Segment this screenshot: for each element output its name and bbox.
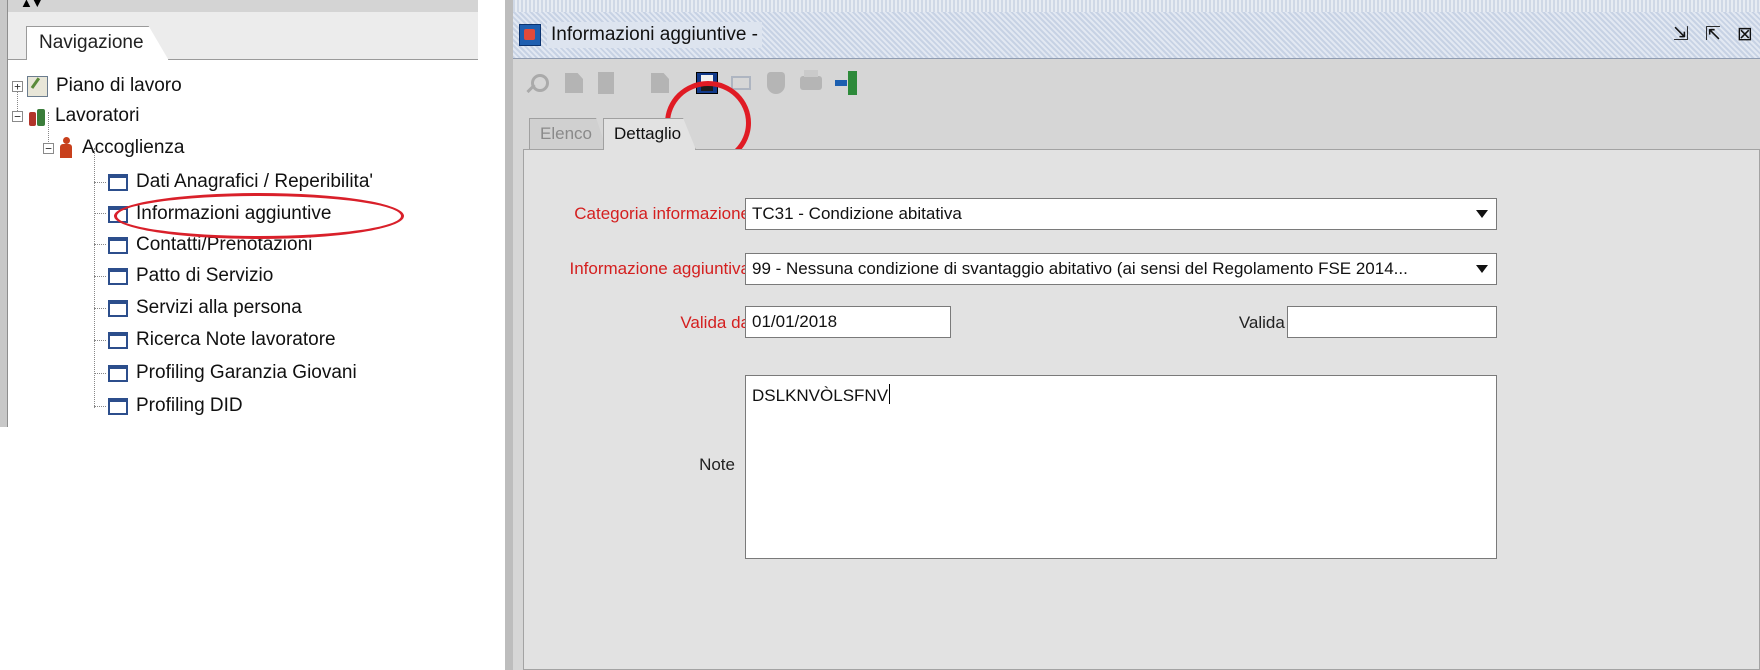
close-icon[interactable]: ⊠ <box>1734 22 1756 46</box>
tree-connector <box>94 244 106 245</box>
nav-tabbar: Navigazione <box>8 12 478 60</box>
tree-connector <box>94 373 106 374</box>
tab-dettaglio[interactable]: Dettaglio <box>603 118 697 150</box>
reception-person-icon <box>58 137 74 159</box>
edit-icon <box>565 73 583 93</box>
chevron-down-icon[interactable] <box>1476 265 1488 273</box>
collapse-arrows-icon[interactable]: ▲▼ <box>20 0 44 10</box>
search-icon <box>531 74 549 92</box>
mail-icon <box>731 76 751 90</box>
tree-item-label: Profiling Garanzia Giovani <box>136 362 357 383</box>
tree-item-label: Patto di Servizio <box>136 265 274 286</box>
tree-node-accoglienza[interactable]: − Accoglienza <box>43 133 184 163</box>
detail-panel: Categoria informazione TC31 - Condizione… <box>523 149 1760 670</box>
tree-item-contatti-prenotazioni[interactable]: Contatti/Prenotazioni <box>108 230 312 260</box>
informazione-label: Informazione aggiuntiva <box>569 259 750 278</box>
panel-border <box>0 0 8 427</box>
search-button[interactable] <box>527 70 553 96</box>
window-icon <box>108 173 128 191</box>
collapse-minus-icon[interactable]: − <box>43 142 54 154</box>
categoria-value: TC31 - Condizione abitativa <box>752 204 962 223</box>
calendar-check-icon <box>27 75 48 97</box>
tree-item-label: Servizi alla persona <box>136 297 302 318</box>
chevron-down-icon[interactable] <box>1476 210 1488 218</box>
tree-item-label: Ricerca Note lavoratore <box>136 329 336 350</box>
tree-item-ricerca-note[interactable]: Ricerca Note lavoratore <box>108 325 336 355</box>
tab-strip: Elenco Dettaglio <box>513 110 1760 150</box>
tree-connector <box>94 182 106 183</box>
exit-icon <box>835 71 857 95</box>
print-button[interactable] <box>798 70 824 96</box>
window-icon <box>108 299 128 317</box>
maximize-icon[interactable]: ⇱ <box>1702 22 1724 46</box>
new-document-button[interactable] <box>593 70 619 96</box>
tree-connector <box>94 308 106 309</box>
restore-icon[interactable]: ⇲ <box>1670 22 1692 46</box>
tree-node-lavoratori[interactable]: − Lavoratori <box>12 101 140 131</box>
tab-elenco[interactable]: Elenco <box>529 118 607 150</box>
window-controls: ⇲ ⇱ ⊠ <box>1670 22 1756 46</box>
edit-button[interactable] <box>561 70 587 96</box>
copy-icon <box>651 73 669 93</box>
tree-node-label: Piano di lavoro <box>56 75 182 96</box>
tree-item-label: Contatti/Prenotazioni <box>136 234 313 255</box>
save-button[interactable] <box>694 70 720 96</box>
protect-button[interactable] <box>763 70 789 96</box>
printer-icon <box>800 70 822 90</box>
window-icon <box>108 364 128 382</box>
nav-header-strip: ▲▼ <box>8 0 478 12</box>
tree-item-servizi-alla-persona[interactable]: Servizi alla persona <box>108 293 302 323</box>
window-icon <box>108 397 128 415</box>
shield-icon <box>767 72 785 94</box>
tree-connector <box>94 148 95 408</box>
exit-button[interactable] <box>833 70 859 96</box>
expand-plus-icon[interactable]: + <box>12 80 23 92</box>
categoria-label: Categoria informazione <box>574 204 750 223</box>
tree-connector <box>94 213 106 214</box>
window-title: Informazioni aggiuntive - <box>547 22 762 48</box>
tree-connector <box>94 406 106 407</box>
note-label: Note <box>699 455 735 474</box>
tab-navigazione[interactable]: Navigazione <box>26 26 169 60</box>
navigation-tree: + Piano di lavoro − Lavoratori − Accogli… <box>8 60 478 427</box>
internal-window: Informazioni aggiuntive - ⇲ ⇱ ⊠ Elenco D… <box>505 0 1760 670</box>
tree-connector <box>94 340 106 341</box>
window-icon <box>108 205 128 223</box>
tree-item-patto-di-servizio[interactable]: Patto di Servizio <box>108 261 273 291</box>
navigation-panel: ▲▼ Navigazione + Piano di lavoro − Lavor… <box>0 0 478 427</box>
window-icon <box>108 236 128 254</box>
copy-button[interactable] <box>647 70 673 96</box>
tree-item-label: Informazioni aggiuntive <box>136 203 332 224</box>
valida-a-field[interactable] <box>1287 306 1497 338</box>
toolbar <box>513 58 1760 165</box>
categoria-select[interactable]: TC31 - Condizione abitativa <box>745 198 1497 230</box>
tree-item-informazioni-aggiuntive[interactable]: Informazioni aggiuntive <box>108 199 331 229</box>
valida-da-field[interactable]: 01/01/2018 <box>745 306 951 338</box>
tree-item-profiling-garanzia-giovani[interactable]: Profiling Garanzia Giovani <box>108 358 357 388</box>
tree-item-label: Dati Anagrafici / Reperibilita' <box>136 171 374 192</box>
collapse-minus-icon[interactable]: − <box>12 110 23 122</box>
tree-node-label: Lavoratori <box>55 105 140 126</box>
mail-button[interactable] <box>728 70 754 96</box>
tree-node-piano-di-lavoro[interactable]: + Piano di lavoro <box>12 71 182 101</box>
app-icon <box>519 24 541 46</box>
window-icon <box>108 331 128 349</box>
save-icon <box>696 72 718 94</box>
note-text: DSLKNVÒLSFNV <box>752 386 889 405</box>
informazione-select[interactable]: 99 - Nessuna condizione di svantaggio ab… <box>745 253 1497 285</box>
text-caret <box>889 384 891 404</box>
tree-node-label: Accoglienza <box>82 137 185 158</box>
tree-item-profiling-did[interactable]: Profiling DID <box>108 391 243 421</box>
tree-connector <box>94 276 106 277</box>
tree-item-dati-anagrafici[interactable]: Dati Anagrafici / Reperibilita' <box>108 167 373 197</box>
window-icon <box>108 267 128 285</box>
valida-da-label: Valida da <box>680 313 750 332</box>
informazione-value: 99 - Nessuna condizione di svantaggio ab… <box>752 259 1408 278</box>
note-textarea[interactable]: DSLKNVÒLSFNV <box>745 375 1497 559</box>
workers-icon <box>27 105 47 127</box>
document-icon <box>598 72 614 94</box>
tree-item-label: Profiling DID <box>136 395 243 416</box>
window-titlebar[interactable]: Informazioni aggiuntive - ⇲ ⇱ ⊠ <box>513 12 1760 59</box>
